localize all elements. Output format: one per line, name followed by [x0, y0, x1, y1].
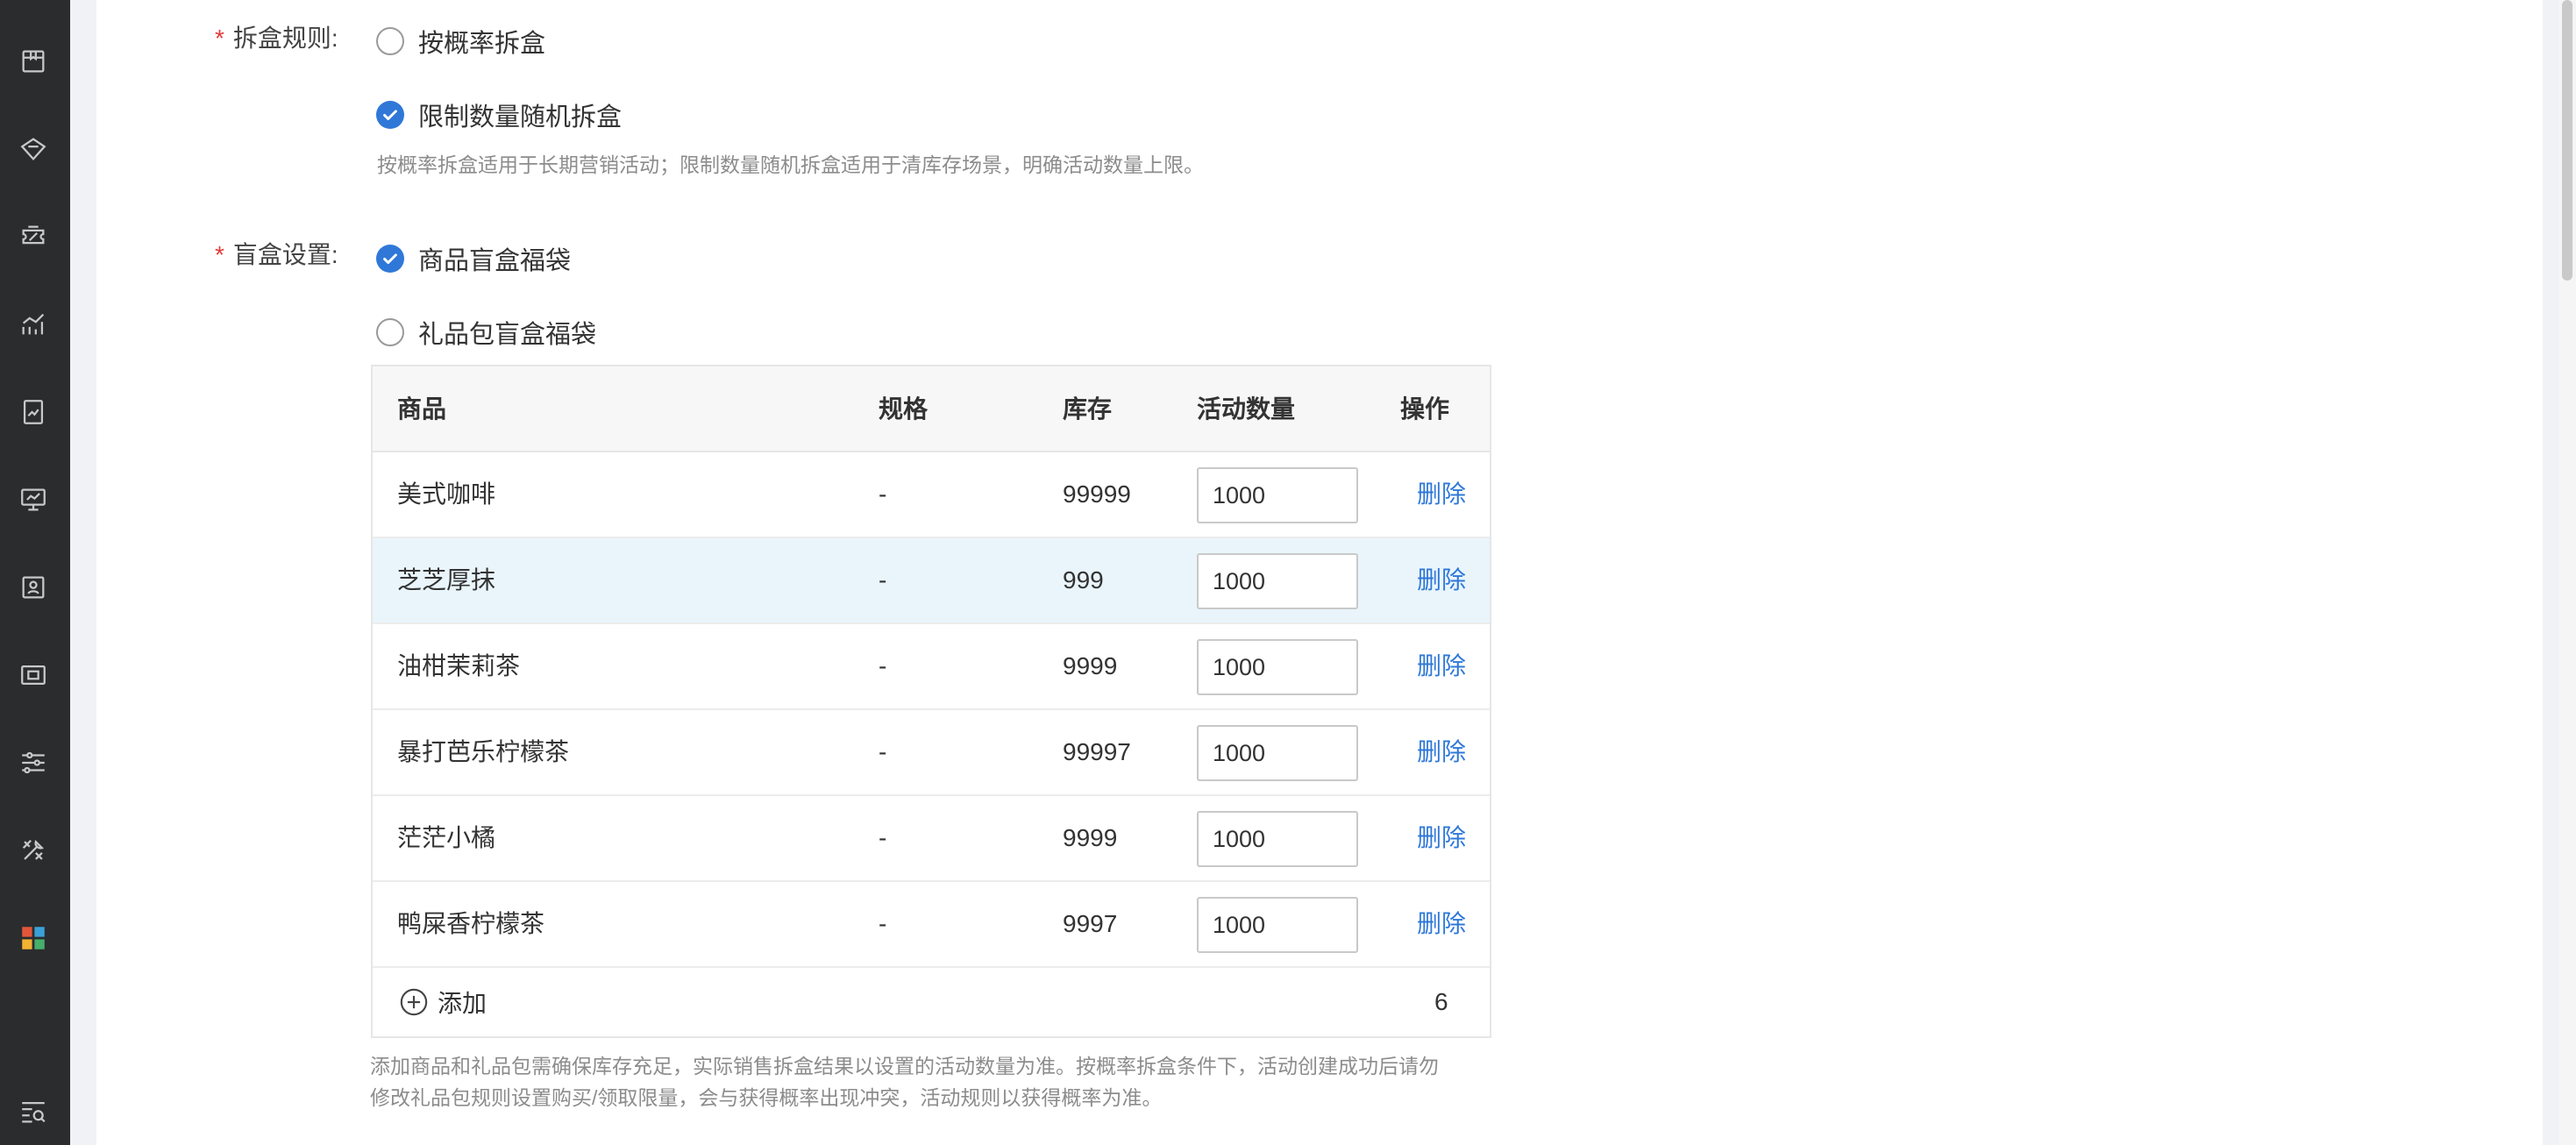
required-mark: *	[215, 25, 224, 52]
header-qty: 活动数量	[1197, 395, 1296, 423]
header-spec: 规格	[879, 395, 929, 423]
add-button-label: 添加	[438, 990, 487, 1017]
qty-input[interactable]	[1197, 725, 1358, 781]
product-name: 芝芝厚抹	[397, 566, 496, 594]
table-header: 商品 规格 库存 活动数量 操作	[373, 366, 1490, 452]
add-button[interactable]: 添加	[399, 968, 487, 1036]
check-icon	[383, 253, 397, 265]
required-mark: *	[215, 241, 224, 268]
qty-input[interactable]	[1197, 897, 1358, 953]
product-stock: 999	[1063, 566, 1104, 594]
product-table: 商品 规格 库存 活动数量 操作 美式咖啡 - 99999 删除 芝芝厚抹 - …	[371, 365, 1491, 1038]
product-spec: -	[879, 566, 887, 594]
product-spec: -	[879, 480, 887, 508]
product-name: 油柑茉莉茶	[397, 652, 521, 679]
coupon-icon[interactable]	[18, 221, 49, 252]
sidebar-nav	[0, 0, 70, 1145]
table-row: 茫茫小橘 - 9999 删除	[373, 796, 1490, 882]
rule-option-probability-label: 按概率拆盒	[418, 30, 546, 58]
product-name: 美式咖啡	[397, 480, 496, 508]
report-icon[interactable]	[18, 396, 49, 428]
product-stock: 99999	[1063, 480, 1131, 508]
sliders-icon[interactable]	[18, 747, 49, 779]
product-spec: -	[879, 738, 887, 765]
table-footer: 添加 6	[373, 968, 1490, 1036]
product-stock: 9999	[1063, 824, 1118, 851]
line-chart-icon[interactable]	[18, 309, 49, 340]
product-stock: 9999	[1063, 652, 1118, 679]
tools-icon[interactable]	[18, 835, 49, 866]
setting-label-text: 盲盒设置:	[232, 241, 338, 268]
delete-link[interactable]: 删除	[1417, 796, 1466, 880]
table-row: 暴打芭乐柠檬茶 - 99997 删除	[373, 710, 1490, 796]
package-icon[interactable]	[18, 46, 49, 77]
table-row: 美式咖啡 - 99999 删除	[373, 452, 1490, 538]
scrollbar-thumb[interactable]	[2562, 0, 2572, 281]
setting-option-goods-label: 商品盲盒福袋	[418, 247, 572, 275]
product-spec: -	[879, 652, 887, 679]
qty-input[interactable]	[1197, 553, 1358, 609]
rule-option-limited-label: 限制数量随机拆盒	[418, 103, 623, 132]
bottom-hint-line2: 修改礼品包规则设置购买/领取限量，会与获得概率出现冲突，活动规则以获得概率为准。	[370, 1086, 1163, 1109]
rule-option-probability[interactable]: 按概率拆盒	[376, 23, 545, 60]
setting-option-goods[interactable]: 商品盲盒福袋	[376, 240, 571, 277]
rule-label-text: 拆盒规则:	[232, 25, 338, 52]
delete-link[interactable]: 删除	[1417, 710, 1466, 794]
product-name: 鸭屎香柠檬茶	[397, 910, 545, 937]
product-name: 茫茫小橘	[397, 824, 496, 851]
apps-icon[interactable]	[18, 922, 49, 954]
radio-checked[interactable]	[376, 101, 404, 129]
delete-link[interactable]: 删除	[1417, 882, 1466, 966]
product-spec: -	[879, 824, 887, 851]
product-name: 暴打芭乐柠檬茶	[397, 738, 570, 765]
radio-unchecked[interactable]	[376, 27, 404, 55]
header-action: 操作	[1400, 395, 1450, 423]
delete-link[interactable]: 删除	[1417, 624, 1466, 708]
qty-input[interactable]	[1197, 811, 1358, 867]
id-card-icon[interactable]	[18, 572, 49, 603]
plus-circle-icon	[400, 988, 428, 1016]
product-spec: -	[879, 910, 887, 937]
search-list-icon[interactable]	[18, 1096, 49, 1127]
bottom-hint-line1: 添加商品和礼品包需确保库存充足，实际销售拆盒结果以设置的活动数量为准。按概率拆盒…	[370, 1055, 1439, 1077]
check-icon	[383, 110, 397, 121]
setting-option-gift[interactable]: 礼品包盲盒福袋	[376, 314, 596, 351]
rule-hint: 按概率拆盒适用于长期营销活动；限制数量随机拆盒适用于清库存场景，明确活动数量上限…	[377, 153, 1204, 176]
radio-checked[interactable]	[376, 245, 404, 273]
monitor-chart-icon[interactable]	[18, 484, 49, 516]
scrollbar[interactable]	[2558, 0, 2576, 1145]
qty-input[interactable]	[1197, 639, 1358, 695]
table-row: 油柑茉莉茶 - 9999 删除	[373, 624, 1490, 710]
delete-link[interactable]: 删除	[1417, 538, 1466, 622]
qty-input[interactable]	[1197, 467, 1358, 523]
header-stock: 库存	[1063, 395, 1113, 423]
table-row: 鸭屎香柠檬茶 - 9997 删除	[373, 882, 1490, 968]
item-count: 6	[1434, 988, 1448, 1015]
setting-label: * 盲盒设置:	[215, 236, 338, 271]
product-stock: 9997	[1063, 910, 1118, 937]
radio-unchecked[interactable]	[376, 318, 404, 346]
product-stock: 99997	[1063, 738, 1131, 765]
ticket-icon[interactable]	[18, 659, 49, 691]
setting-option-gift-label: 礼品包盲盒福袋	[418, 321, 597, 349]
table-row: 芝芝厚抹 - 999 删除	[373, 538, 1490, 624]
header-product: 商品	[397, 395, 447, 423]
diamond-icon[interactable]	[18, 133, 49, 165]
rule-option-limited[interactable]: 限制数量随机拆盒	[376, 96, 622, 133]
delete-link[interactable]: 删除	[1417, 452, 1466, 537]
rule-label: * 拆盒规则:	[215, 19, 338, 54]
